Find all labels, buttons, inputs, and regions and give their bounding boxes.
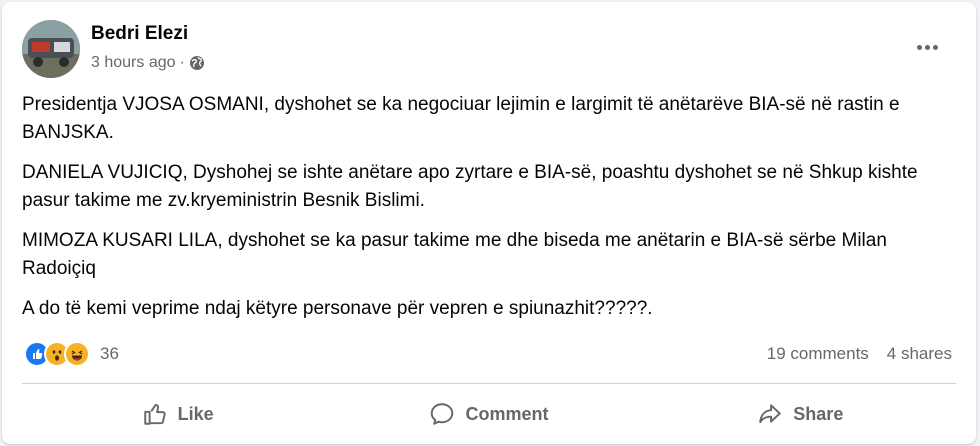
avatar-image bbox=[22, 20, 80, 78]
comment-icon bbox=[431, 403, 454, 425]
comments-count[interactable]: 19 comments bbox=[767, 344, 869, 364]
post-card: Bedri Elezi 3 hours ago · Presidentja VJ… bbox=[2, 2, 976, 444]
more-options-icon bbox=[916, 44, 922, 50]
like-label: Like bbox=[177, 403, 214, 424]
meta-separator: · bbox=[179, 54, 185, 71]
more-options-button[interactable] bbox=[912, 32, 942, 62]
reaction-count[interactable]: 36 bbox=[100, 344, 119, 364]
reactions-summary[interactable]: 36 bbox=[24, 341, 119, 367]
globe-icon bbox=[189, 56, 204, 70]
share-button[interactable]: Share bbox=[645, 390, 956, 438]
share-label: Share bbox=[793, 403, 844, 424]
divider bbox=[22, 383, 956, 384]
avatar[interactable] bbox=[22, 20, 80, 78]
post-paragraph: MIMOZA KUSARI LILA, dyshohet se ka pasur… bbox=[22, 230, 887, 279]
share-icon bbox=[759, 404, 782, 424]
comment-label: Comment bbox=[465, 403, 549, 424]
author-name[interactable]: Bedri Elezi bbox=[91, 23, 188, 45]
post-body: Presidentja VJOSA OSMANI, dyshohet se ka… bbox=[22, 91, 952, 335]
post-paragraph: DANIELA VUJICIQ, Dyshohej se ishte anëta… bbox=[22, 162, 918, 211]
thumbs-up-icon bbox=[143, 403, 166, 425]
post-meta: 3 hours ago · bbox=[91, 54, 205, 72]
haha-reaction-icon bbox=[64, 341, 90, 367]
shares-count[interactable]: 4 shares bbox=[887, 344, 952, 364]
post-paragraph: Presidentja VJOSA OSMANI, dyshohet se ka… bbox=[22, 94, 900, 143]
post-timestamp[interactable]: 3 hours ago bbox=[91, 54, 176, 72]
action-bar: Like Comment Share bbox=[22, 390, 956, 438]
like-button[interactable]: Like bbox=[22, 390, 333, 438]
post-paragraph: A do të kemi veprime ndaj këtyre persona… bbox=[22, 298, 653, 319]
engagement-stats: 19 comments 4 shares bbox=[767, 344, 952, 364]
comment-button[interactable]: Comment bbox=[333, 390, 644, 438]
